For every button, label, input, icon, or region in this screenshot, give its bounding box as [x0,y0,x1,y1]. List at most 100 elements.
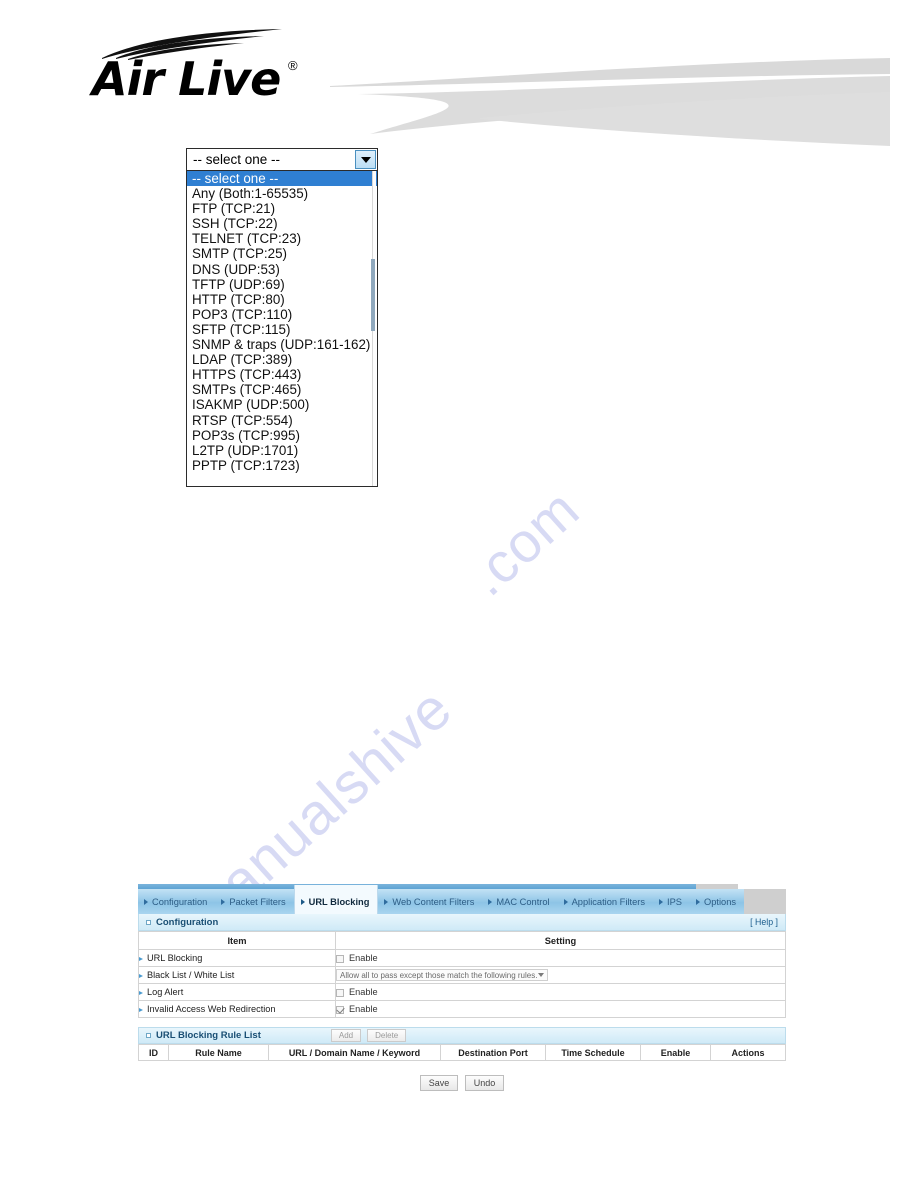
rule-column-header: Enable [640,1044,711,1061]
configuration-row: URL Blocking Enable [138,949,786,967]
dropdown-option[interactable]: SNMP & traps (UDP:161-162) [187,337,377,352]
tab-url-blocking[interactable]: URL Blocking [293,885,379,914]
checkbox-label: Enable [349,987,378,997]
tab-application-filters[interactable]: Application Filters [558,889,653,914]
dropdown-option[interactable]: LDAP (TCP:389) [187,352,377,367]
row-arrow-icon [139,973,143,978]
column-header-item: Item [138,931,336,950]
dropdown-option[interactable]: ISAKMP (UDP:500) [187,397,377,412]
registered-mark: ® [288,58,298,73]
configuration-row: Log Alert Enable [138,983,786,1001]
configuration-header-row: Item Setting [138,931,786,950]
dropdown-option[interactable]: DNS (UDP:53) [187,262,377,277]
configuration-row: Invalid Access Web Redirection Enable [138,1000,786,1018]
dropdown-option[interactable]: RTSP (TCP:554) [187,413,377,428]
tab-arrow-icon [384,898,389,905]
config-row-label: Log Alert [138,983,336,1001]
panel-bullet-icon [146,1033,151,1038]
tab-ips[interactable]: IPS [653,889,690,914]
config-row-label: URL Blocking [138,949,336,967]
config-row-label: Invalid Access Web Redirection [138,1000,336,1018]
configuration-panel-header: Configuration [ Help ] [138,914,786,931]
rule-column-header: URL / Domain Name / Keyword [268,1044,441,1061]
chevron-down-icon[interactable] [355,150,376,169]
dropdown-option[interactable]: HTTPS (TCP:443) [187,367,377,382]
dropdown-option[interactable]: TFTP (UDP:69) [187,277,377,292]
chevron-down-icon[interactable] [538,973,544,977]
black-white-list-select[interactable]: Allow all to pass except those match the… [336,969,548,981]
tabbar-filler [744,889,786,914]
tab-arrow-icon [300,898,305,905]
dropdown-option[interactable]: SSH (TCP:22) [187,216,377,231]
dropdown-option[interactable]: L2TP (UDP:1701) [187,443,377,458]
dropdown-option[interactable]: -- select one -- [187,171,377,187]
config-row-label: Black List / White List [138,966,336,984]
dropdown-option[interactable]: POP3s (TCP:995) [187,428,377,443]
row-arrow-icon [139,956,143,961]
help-link[interactable]: [ Help ] [750,917,778,927]
tab-packet-filters[interactable]: Packet Filters [215,889,293,914]
dropdown-option[interactable]: PPTP (TCP:1723) [187,458,377,473]
rule-list-table: ID Rule Name URL / Domain Name / Keyword De… [138,1044,786,1061]
tab-options[interactable]: Options [690,889,744,914]
save-button[interactable]: Save [419,1075,459,1091]
panel-bullet-icon [146,919,151,925]
dropdown-option[interactable]: POP3 (TCP:110) [187,307,377,322]
page-header: Air Live ® [0,0,918,150]
tab-navigation[interactable]: Configuration Packet Filters URL Blocking W… [138,885,786,914]
tab-arrow-icon [144,898,148,905]
undo-button[interactable]: Undo [464,1075,505,1091]
airlive-wordmark: Air Live [92,56,281,102]
form-action-buttons: Save Undo [138,1073,786,1091]
dropdown-option[interactable]: HTTP (TCP:80) [187,292,377,307]
logo-live: Live [178,52,281,106]
tab-configuration[interactable]: Configuration [138,889,215,914]
tab-arrow-icon [488,898,493,905]
tab-web-content-filters[interactable]: Web Content Filters [378,889,482,914]
configuration-panel-title: Configuration [156,916,219,928]
enable-checkbox[interactable] [336,954,344,963]
checkbox-label: Enable [349,953,378,963]
dropdown-option-list[interactable]: -- select one -- Any (Both:1-65535) FTP (T… [186,171,378,487]
rule-column-header: Destination Port [440,1044,546,1061]
option-list-padding [187,472,377,486]
enable-checkbox[interactable] [336,1005,344,1014]
dropdown-selected-value: -- select one -- [193,152,281,167]
option-list-scrollbar[interactable] [371,171,376,486]
delete-rule-button[interactable]: Delete [367,1029,407,1042]
config-row-setting: Enable [335,983,786,1001]
tab-mac-control[interactable]: MAC Control [482,889,557,914]
tab-arrow-icon [658,898,663,905]
select-value: Allow all to pass except those match the… [340,970,538,980]
tab-label: Configuration [152,896,208,907]
logo-air: Air [92,52,164,106]
watermark-text-secondary: .com [455,476,591,608]
dropdown-option[interactable]: SFTP (TCP:115) [187,322,377,337]
add-rule-button[interactable]: Add [330,1029,362,1042]
dropdown-closed-field[interactable]: -- select one -- [186,148,378,171]
enable-checkbox[interactable] [336,988,344,997]
dropdown-option[interactable]: Any (Both:1-65535) [187,186,377,201]
header-swoosh-graphic [330,58,890,146]
tab-arrow-icon [695,898,700,905]
tab-arrow-icon [221,898,226,905]
rule-column-header: Time Schedule [545,1044,641,1061]
config-row-setting: Enable [335,949,786,967]
dropdown-option[interactable]: SMTPs (TCP:465) [187,382,377,397]
dropdown-option[interactable]: SMTP (TCP:25) [187,246,377,261]
dropdown-option[interactable]: FTP (TCP:21) [187,201,377,216]
configuration-table: Item Setting URL Blocking Enable Black Lis… [138,931,786,1018]
scrollbar-thumb[interactable] [371,259,375,331]
tab-label: Application Filters [571,896,645,907]
config-row-setting: Enable [335,1000,786,1018]
config-item-name: Log Alert [147,987,184,997]
config-item-name: URL Blocking [147,953,203,963]
rule-column-header: Rule Name [168,1044,269,1061]
rule-list-panel-header: URL Blocking Rule List Add Delete [138,1027,786,1044]
dropdown-option[interactable]: TELNET (TCP:23) [187,231,377,246]
row-arrow-icon [139,990,143,995]
tab-label: MAC Control [496,896,550,907]
config-row-setting: Allow all to pass except those match the… [335,966,786,984]
router-admin-panel: Configuration Packet Filters URL Blocking W… [138,884,786,1091]
port-service-dropdown[interactable]: -- select one -- -- select one -- Any (Bo… [186,148,378,487]
